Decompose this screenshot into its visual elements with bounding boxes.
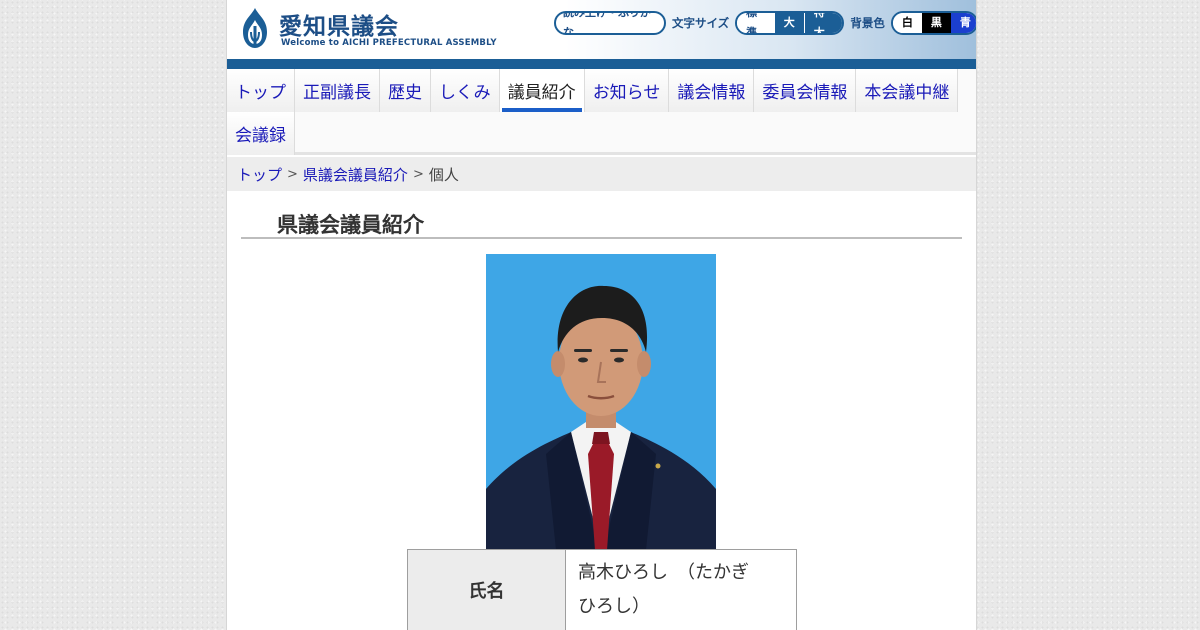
- font-size-label: 文字サイズ: [672, 16, 730, 30]
- global-nav: トップ 正副議長 歴史 しくみ 議員紹介 お知らせ 議会情報 委員会情報 本会議…: [227, 69, 976, 155]
- breadcrumb-separator: >: [412, 166, 424, 182]
- nav-item-history[interactable]: 歴史: [380, 69, 431, 112]
- name-value: 高木ひろし （たかぎ ひろし）: [565, 549, 797, 630]
- nav-item-committee-info[interactable]: 委員会情報: [754, 69, 857, 112]
- site-header: 愛知県議会 Welcome to AICHI PREFECTURAL ASSEM…: [227, 0, 976, 60]
- nav-item-speakers[interactable]: 正副議長: [295, 69, 380, 112]
- nav-item-structure[interactable]: しくみ: [431, 69, 500, 112]
- breadcrumb: トップ > 県議会議員紹介 > 個人: [227, 157, 976, 191]
- nav-item-assembly-info[interactable]: 議会情報: [669, 69, 755, 112]
- bg-color-black[interactable]: 黒: [921, 13, 951, 33]
- bg-color-label: 背景色: [850, 16, 885, 30]
- member-photo: [486, 254, 716, 550]
- breadcrumb-members[interactable]: 県議会議員紹介: [303, 164, 408, 185]
- heading-rule: [241, 237, 962, 239]
- breadcrumb-separator: >: [287, 166, 298, 182]
- bg-color-blue[interactable]: 青: [950, 13, 976, 33]
- bg-color-switcher: 白 黒 青: [890, 11, 976, 35]
- bg-color-white[interactable]: 白: [892, 13, 922, 33]
- prefecture-emblem-icon[interactable]: [237, 6, 273, 50]
- font-size-standard[interactable]: 標準: [737, 13, 775, 33]
- table-row: 氏名 高木ひろし （たかぎ ひろし）: [407, 549, 797, 630]
- site-title[interactable]: 愛知県議会: [279, 7, 399, 41]
- read-aloud-label: 読み上げ・ふりがな: [563, 11, 651, 35]
- nav-item-members[interactable]: 議員紹介: [499, 69, 585, 112]
- font-size-large[interactable]: 大: [774, 13, 804, 33]
- font-size-switcher: 標準 大 特大: [735, 11, 845, 35]
- page: 愛知県議会 Welcome to AICHI PREFECTURAL ASSEM…: [226, 0, 977, 630]
- utility-bar: 読み上げ・ふりがな 文字サイズ 標準 大 特大 背景色 白 黒 青: [554, 11, 976, 35]
- nav-item-news[interactable]: お知らせ: [584, 69, 670, 112]
- breadcrumb-top[interactable]: トップ: [237, 164, 282, 185]
- profile-table: 氏名 高木ひろし （たかぎ ひろし）: [407, 549, 797, 630]
- nav-row: トップ 正副議長 歴史 しくみ 議員紹介 お知らせ 議会情報 委員会情報 本会議…: [227, 69, 959, 112]
- nav-item-top[interactable]: トップ: [227, 69, 295, 112]
- font-size-extra-large[interactable]: 特大: [803, 13, 843, 33]
- name-label: 氏名: [407, 549, 566, 630]
- nav-row: 会議録: [227, 112, 295, 155]
- breadcrumb-current: 個人: [428, 165, 459, 184]
- page-title: 県議会議員紹介: [277, 213, 424, 237]
- read-aloud-button[interactable]: 読み上げ・ふりがな: [554, 11, 667, 35]
- header-divider: [227, 59, 976, 69]
- nav-item-minutes[interactable]: 会議録: [227, 112, 295, 155]
- nav-item-live-stream[interactable]: 本会議中継: [856, 69, 959, 112]
- site-subtitle: Welcome to AICHI PREFECTURAL ASSEMBLY: [281, 38, 497, 48]
